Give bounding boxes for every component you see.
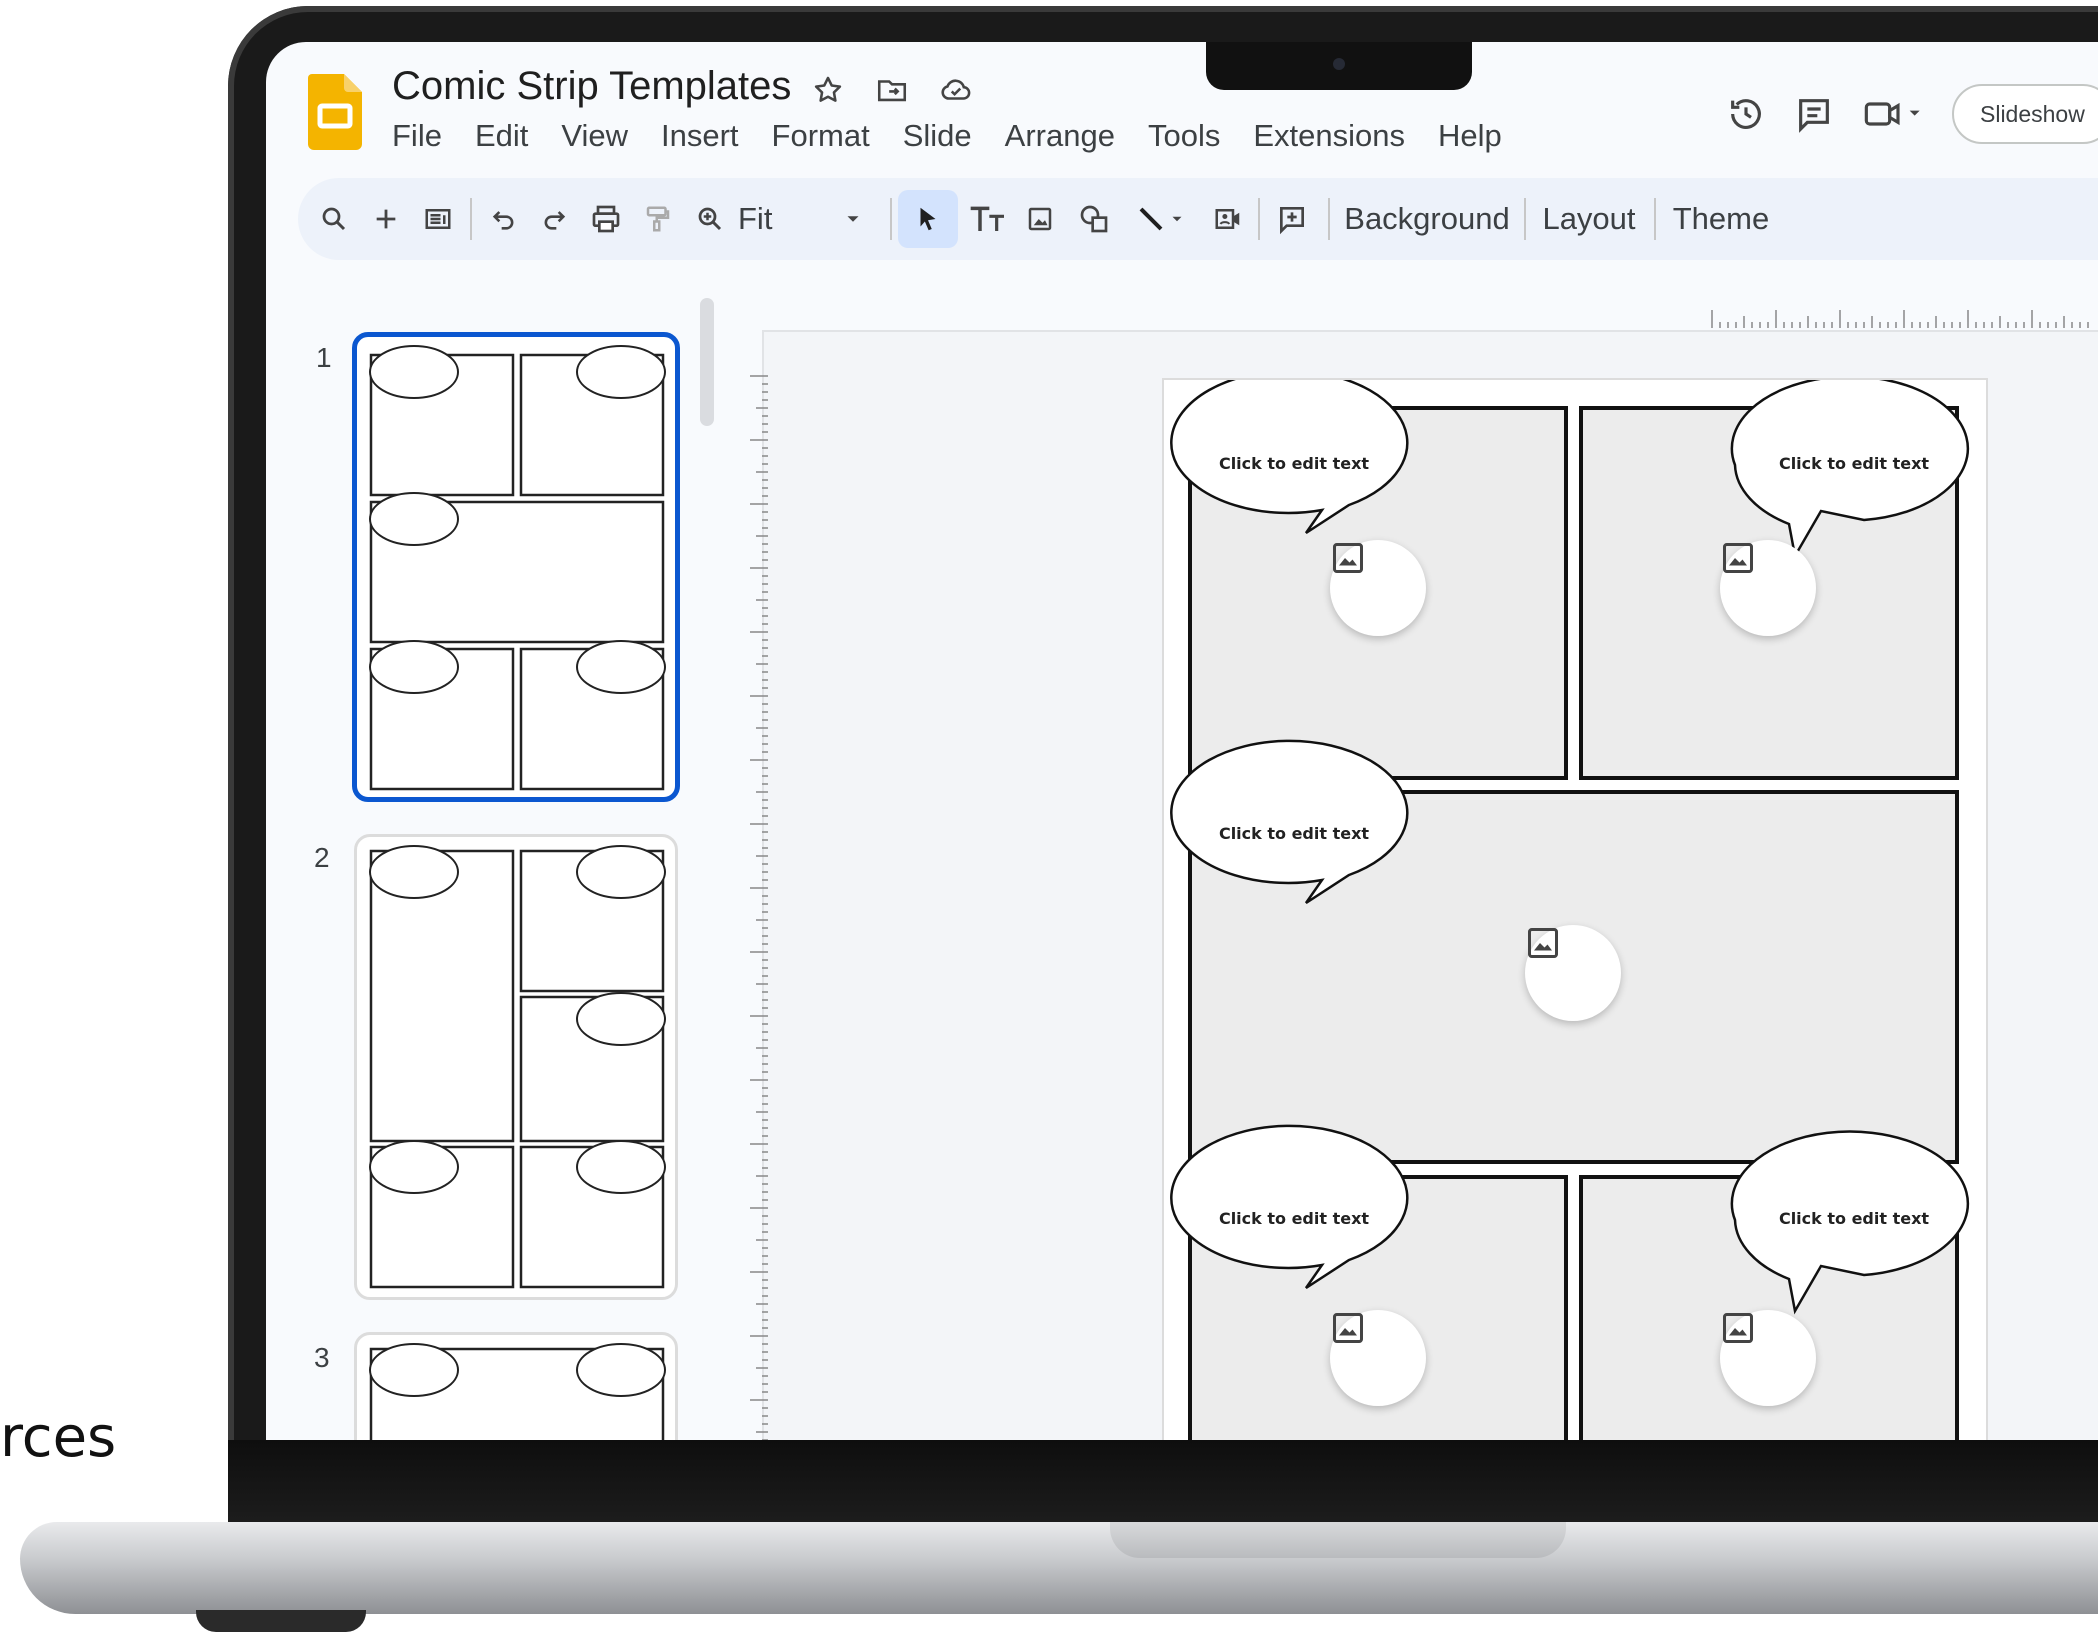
horizontal-ruler (1711, 310, 2089, 328)
layout-button[interactable]: Layout (1534, 190, 1644, 248)
slide-number-1: 1 (316, 342, 332, 373)
slide-thumbnail-3[interactable] (354, 1332, 678, 1440)
side-text-fragment: rces (0, 1405, 117, 1470)
document-title[interactable]: Comic Strip Templates (392, 64, 791, 109)
shape-icon[interactable] (1068, 190, 1120, 248)
image-icon[interactable] (1014, 190, 1066, 248)
version-history-icon[interactable] (1726, 94, 1766, 134)
speech-bubble-text-2[interactable]: Click to edit text (1734, 454, 1974, 473)
layout-panel-icon[interactable] (412, 190, 464, 248)
menu-edit[interactable]: Edit (475, 118, 528, 154)
zoom-icon[interactable] (684, 190, 736, 248)
image-placeholder-1[interactable] (1330, 540, 1426, 636)
cloud-saved-icon[interactable] (934, 68, 978, 112)
background-button[interactable]: Background (1338, 190, 1516, 248)
slide-thumbnail-1[interactable] (352, 332, 680, 802)
select-cursor-icon[interactable] (898, 190, 958, 248)
speech-bubble-text-4[interactable]: Click to edit text (1174, 1209, 1414, 1228)
speech-bubble-text-3[interactable]: Click to edit text (1174, 824, 1414, 843)
image-placeholder-3[interactable] (1525, 925, 1621, 1021)
redo-icon[interactable] (528, 190, 580, 248)
thumbnail-1-art (369, 345, 666, 791)
image-icon (1528, 928, 1558, 958)
google-slides-logo[interactable] (308, 74, 362, 150)
laptop-base (20, 1522, 2098, 1614)
undo-icon[interactable] (478, 190, 530, 248)
image-icon (1723, 543, 1753, 573)
line-dropdown-icon (1172, 216, 1182, 222)
toolbar: Fit Background Layout Theme (298, 178, 2098, 260)
menu-insert[interactable]: Insert (661, 118, 739, 154)
slide-number-3: 3 (314, 1342, 330, 1373)
line-icon[interactable] (1120, 190, 1200, 248)
menu-help[interactable]: Help (1438, 118, 1502, 154)
add-comment-icon[interactable] (1266, 190, 1318, 248)
menu-slide[interactable]: Slide (903, 118, 972, 154)
slideshow-label: Slideshow (1980, 100, 2085, 127)
image-placeholder-2[interactable] (1720, 540, 1816, 636)
image-icon (1333, 543, 1363, 573)
chevron-down-icon (847, 216, 859, 222)
theme-label: Theme (1672, 201, 1770, 236)
slideshow-button[interactable]: Slideshow (1952, 84, 2098, 144)
image-icon (1723, 1313, 1753, 1343)
speech-bubble-text-5[interactable]: Click to edit text (1734, 1209, 1974, 1228)
background-label: Background (1344, 201, 1510, 236)
search-icon[interactable] (308, 190, 360, 248)
thumbnail-2-art (369, 845, 666, 1289)
move-to-folder-icon[interactable] (870, 68, 914, 112)
laptop-base-notch (1110, 1522, 1566, 1558)
layout-label: Layout (1542, 201, 1636, 236)
slide-canvas[interactable]: Click to edit text Click to edit text Cl… (1162, 378, 1988, 1440)
menu-arrange[interactable]: Arrange (1005, 118, 1115, 154)
video-icon[interactable] (1202, 190, 1254, 248)
print-icon[interactable] (580, 190, 632, 248)
speech-bubble-text-1[interactable]: Click to edit text (1174, 454, 1414, 473)
laptop-hinge (228, 1440, 2098, 1526)
comic-panels (1170, 380, 1970, 1440)
laptop-foot (196, 1610, 366, 1632)
paint-format-icon[interactable] (632, 190, 684, 248)
filmstrip-scrollbar[interactable] (700, 298, 714, 426)
image-icon (1333, 1313, 1363, 1343)
slide-number-2: 2 (314, 842, 330, 873)
new-slide-icon[interactable] (360, 190, 412, 248)
star-icon[interactable] (806, 68, 850, 112)
menu-tools[interactable]: Tools (1148, 118, 1220, 154)
vertical-ruler (750, 375, 768, 1440)
comments-icon[interactable] (1794, 94, 1834, 134)
text-box-icon[interactable] (962, 190, 1014, 248)
meet-camera-icon[interactable] (1862, 94, 1924, 134)
menu-format[interactable]: Format (772, 118, 870, 154)
slide-thumbnail-2[interactable] (354, 834, 678, 1300)
image-placeholder-4[interactable] (1330, 1310, 1426, 1406)
zoom-value: Fit (738, 201, 773, 236)
menu-bar: File Edit View Insert Format Slide Arran… (392, 118, 1535, 154)
camera-lens (1333, 58, 1345, 70)
thumbnail-3-art (369, 1343, 666, 1440)
app-window: Comic Strip Templates File Edit View Ins… (266, 42, 2098, 1440)
theme-button[interactable]: Theme (1666, 190, 1776, 248)
zoom-select[interactable]: Fit (738, 190, 878, 248)
menu-view[interactable]: View (561, 118, 628, 154)
image-placeholder-5[interactable] (1720, 1310, 1816, 1406)
menu-file[interactable]: File (392, 118, 442, 154)
menu-extensions[interactable]: Extensions (1253, 118, 1405, 154)
